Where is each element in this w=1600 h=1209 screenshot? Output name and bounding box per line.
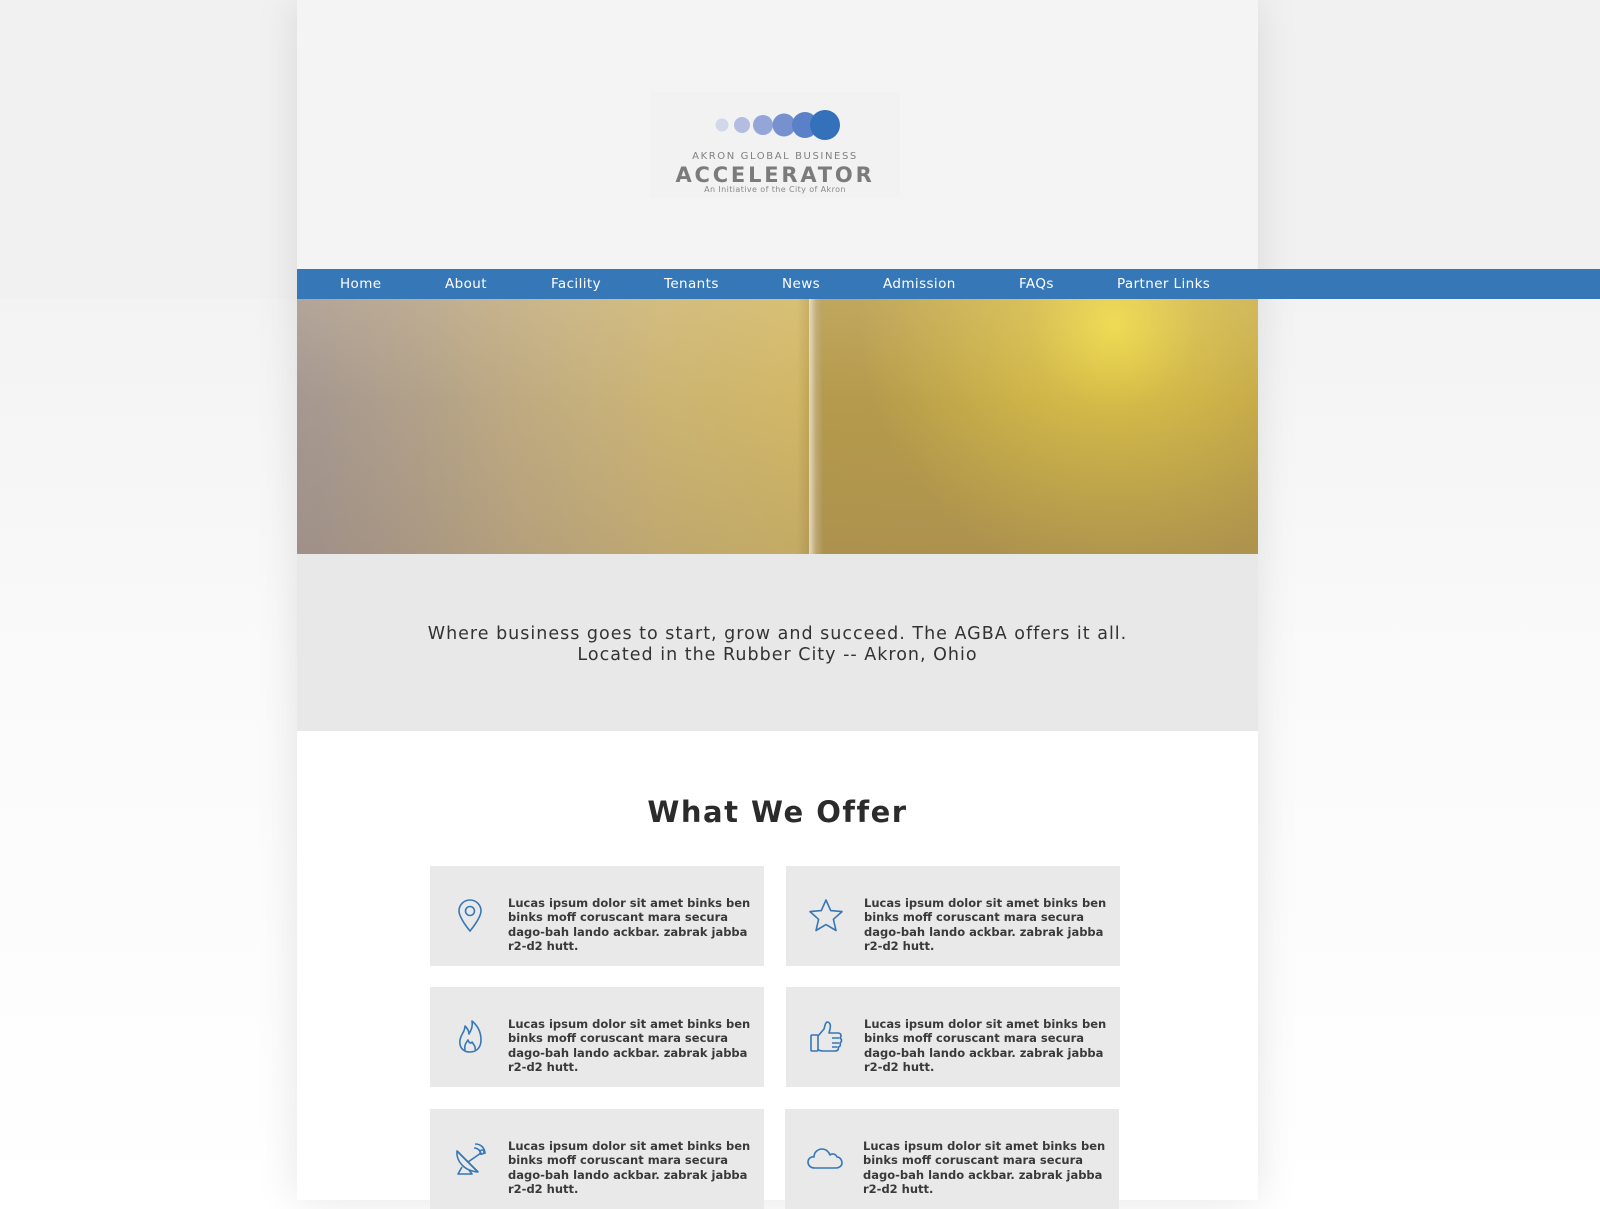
nav-item-admission[interactable]: Admission — [883, 269, 956, 299]
nav-item-facility[interactable]: Facility — [551, 269, 601, 299]
offer-card: Lucas ipsum dolor sit amet binks ben bin… — [786, 866, 1120, 966]
offer-card-text: Lucas ipsum dolor sit amet binks ben bin… — [508, 1017, 751, 1075]
offer-card: Lucas ipsum dolor sit amet binks ben bin… — [785, 1109, 1119, 1209]
satellite-dish-icon — [456, 1143, 486, 1175]
offer-card-text: Lucas ipsum dolor sit amet binks ben bin… — [864, 1017, 1107, 1075]
thumbs-up-icon — [810, 1021, 843, 1052]
offer-card: Lucas ipsum dolor sit amet binks ben bin… — [786, 987, 1120, 1087]
offer-card-text: Lucas ipsum dolor sit amet binks ben bin… — [508, 1139, 751, 1197]
nav-item-about[interactable]: About — [445, 269, 487, 299]
site-logo[interactable]: AKRON GLOBAL BUSINESS ACCELERATOR An Ini… — [650, 92, 900, 198]
tagline-line-1: Where business goes to start, grow and s… — [427, 624, 1128, 644]
cloud-icon — [807, 1148, 843, 1169]
flame-icon — [459, 1020, 482, 1053]
offer-card-text: Lucas ipsum dolor sit amet binks ben bin… — [863, 1139, 1106, 1197]
tagline-band: Where business goes to start, grow and s… — [297, 554, 1258, 731]
offer-card-text: Lucas ipsum dolor sit amet binks ben bin… — [508, 896, 751, 954]
map-pin-icon — [458, 899, 482, 933]
nav-item-home[interactable]: Home — [340, 269, 381, 299]
tagline-line-2: Located in the Rubber City -- Akron, Ohi… — [577, 645, 978, 665]
offer-card: Lucas ipsum dolor sit amet binks ben bin… — [430, 987, 764, 1087]
main-nav: Home About Facility Tenants News Admissi… — [297, 269, 1600, 299]
offer-card-text: Lucas ipsum dolor sit amet binks ben bin… — [864, 896, 1107, 954]
nav-item-partner-links[interactable]: Partner Links — [1117, 269, 1210, 299]
logo-dots-icon — [715, 110, 840, 140]
page-frame: AKRON GLOBAL BUSINESS ACCELERATOR An Ini… — [297, 0, 1258, 1209]
logo-line-3: An Initiative of the City of Akron — [704, 185, 846, 194]
nav-item-faqs[interactable]: FAQs — [1019, 269, 1054, 299]
hero-image — [297, 299, 1258, 554]
star-icon — [809, 899, 843, 932]
logo-line-1: AKRON GLOBAL BUSINESS — [692, 151, 858, 162]
offer-title: What We Offer — [647, 795, 908, 829]
offer-card: Lucas ipsum dolor sit amet binks ben bin… — [430, 1109, 764, 1209]
nav-item-tenants[interactable]: Tenants — [664, 269, 719, 299]
nav-item-news[interactable]: News — [782, 269, 820, 299]
site-header: AKRON GLOBAL BUSINESS ACCELERATOR An Ini… — [297, 0, 1258, 269]
offer-card: Lucas ipsum dolor sit amet binks ben bin… — [430, 866, 764, 966]
logo-line-2: ACCELERATOR — [675, 163, 875, 187]
